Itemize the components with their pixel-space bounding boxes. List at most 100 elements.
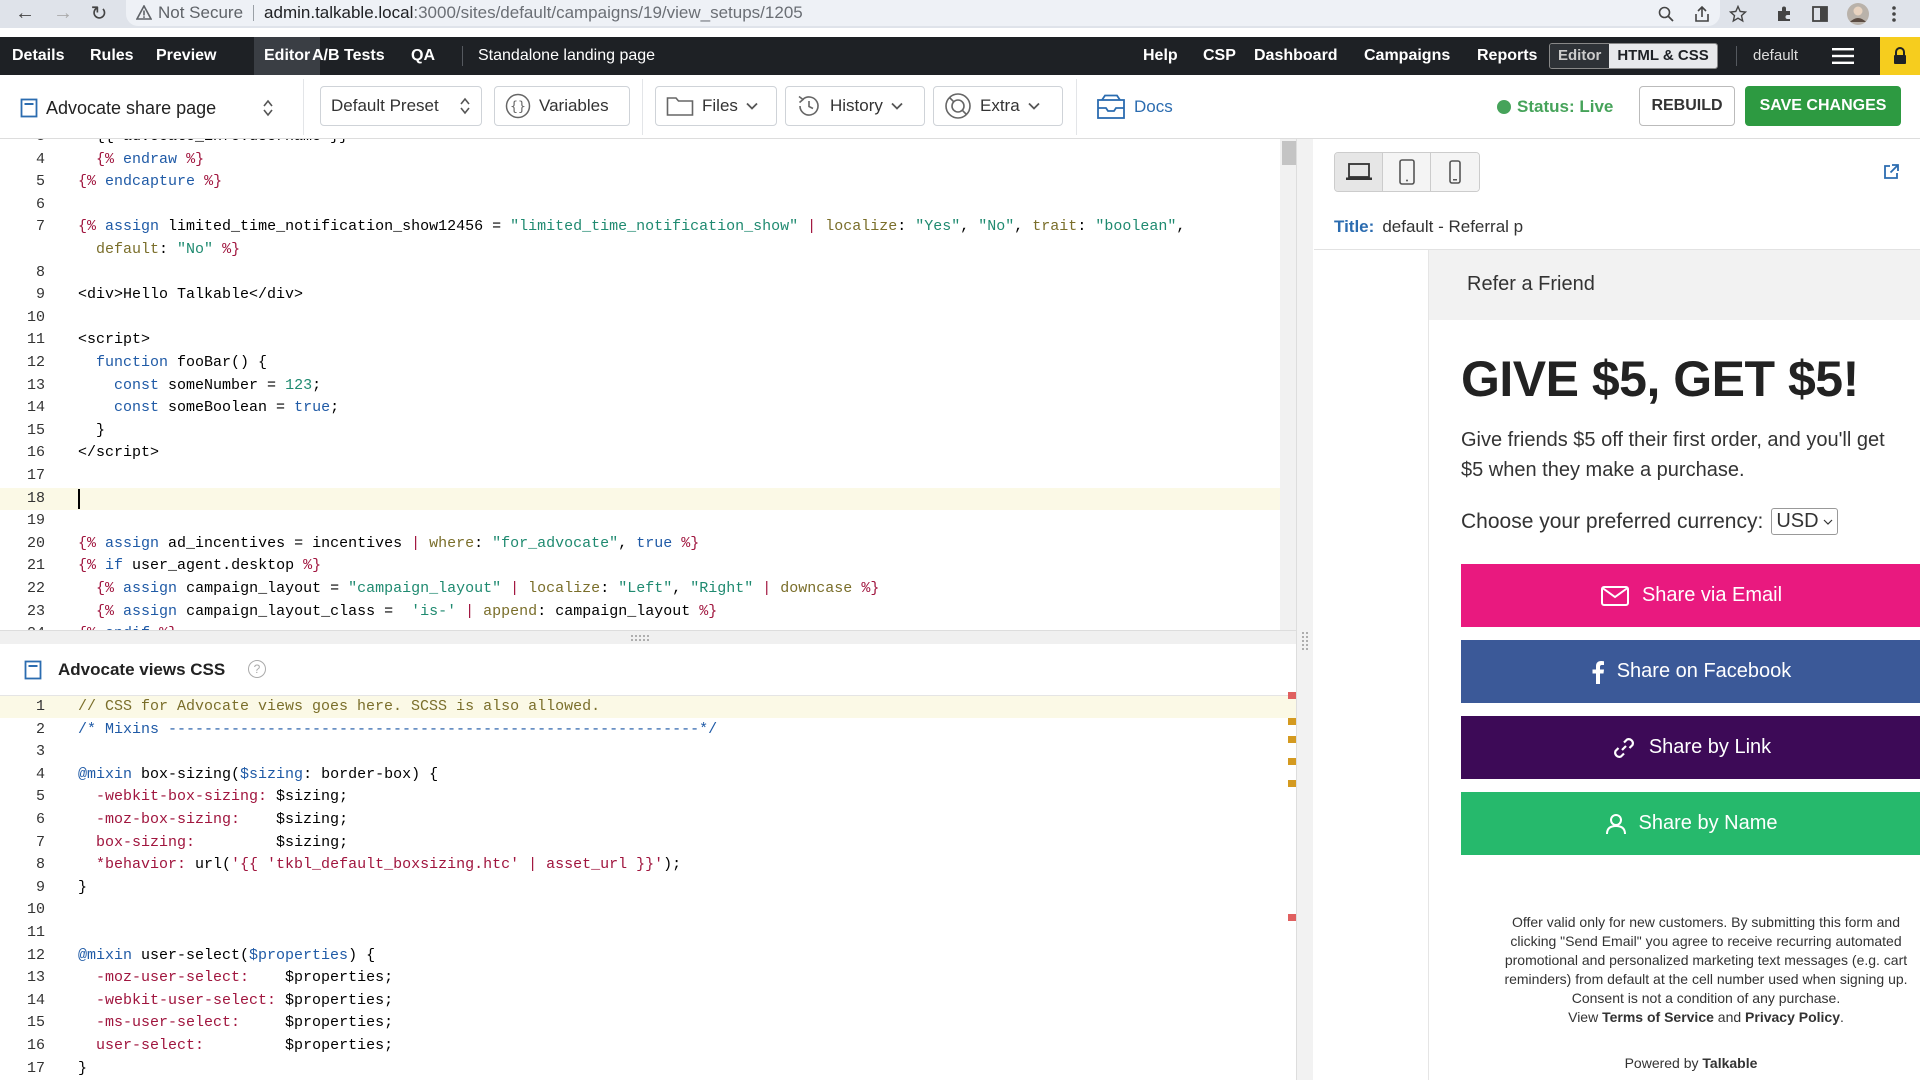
code-line[interactable]: 8 [0,262,1296,284]
code-line[interactable]: 14 const someBoolean = true; [0,397,1296,419]
back-arrow-icon[interactable]: ← [10,0,40,26]
history-dropdown[interactable]: History [785,86,925,126]
desktop-device-icon[interactable] [1335,153,1383,191]
code-text: @mixin user-select($properties) { [78,946,376,964]
nav-dashboard[interactable]: Dashboard [1254,37,1338,75]
nav-qa[interactable]: QA [411,37,435,75]
powered-brand[interactable]: Talkable [1702,1055,1757,1071]
code-line[interactable]: default: "No" %} [0,239,1296,261]
nav-ab-tests[interactable]: A/B Tests [312,37,385,75]
docs-link[interactable]: Docs [1096,91,1173,123]
share-facebook-button[interactable]: Share on Facebook [1461,640,1920,703]
lock-icon[interactable] [1880,37,1920,75]
html-code-editor[interactable]: 3 {{ advocate_info.username }}4 {% endra… [0,139,1296,630]
code-line[interactable]: 9 <div>Hello Talkable</div> [0,284,1296,306]
share-name-button[interactable]: Share by Name [1461,792,1920,855]
code-line[interactable]: 4 {% endraw %} [0,149,1296,171]
mode-html-css[interactable]: HTML & CSS [1609,44,1717,68]
html-editor-scrollbar[interactable] [1280,139,1296,630]
css-code-editor[interactable]: 1 // CSS for Advocate views goes here. SC… [0,696,1296,1080]
files-dropdown[interactable]: Files [655,86,777,126]
extensions-icon[interactable] [1772,2,1796,26]
drag-handle-icon[interactable] [630,634,650,642]
code-line[interactable]: 14 -webkit-user-select: $properties; [0,990,1296,1012]
code-line[interactable]: 6 [0,194,1296,216]
code-line[interactable]: 5 -webkit-box-sizing: $sizing; [0,786,1296,808]
tablet-device-icon[interactable] [1383,153,1431,191]
code-line[interactable]: 4 @mixin box-sizing($sizing: border-box) … [0,764,1296,786]
extra-dropdown[interactable]: Extra [933,86,1063,126]
code-line[interactable]: 5 {% endcapture %} [0,171,1296,193]
external-link-icon[interactable] [1882,163,1900,181]
code-line[interactable]: 12 function fooBar() { [0,352,1296,374]
nav-editor[interactable]: Editor [254,37,321,75]
code-line[interactable]: 17 [0,465,1296,487]
code-line[interactable]: 22 {% assign campaign_layout = "campaign… [0,578,1296,600]
code-line[interactable]: 3 {{ advocate_info.username }} [0,139,1296,148]
preset-label: Default Preset [331,96,439,115]
nav-preview[interactable]: Preview [156,37,216,75]
privacy-link[interactable]: Privacy Policy [1745,1009,1840,1025]
code-line[interactable]: 17} [0,1058,1296,1080]
share-icon[interactable] [1690,2,1714,26]
code-line[interactable]: 10 [0,307,1296,329]
rebuild-button[interactable]: REBUILD [1639,86,1735,126]
view-select[interactable]: Advocate share page [20,93,274,123]
scrollbar-thumb[interactable] [1282,141,1296,165]
code-line[interactable]: 10 [0,899,1296,921]
code-line[interactable]: 16 </script> [0,442,1296,464]
drag-handle-icon[interactable] [1301,631,1309,651]
code-line[interactable]: 7 box-sizing: $sizing; [0,832,1296,854]
code-line[interactable]: 7 {% assign limited_time_notification_sho… [0,216,1296,238]
editor-splitter[interactable] [0,630,1296,644]
vertical-splitter[interactable] [1296,139,1313,1080]
code-line[interactable]: 13 -moz-user-select: $properties; [0,967,1296,989]
nav-reports[interactable]: Reports [1477,37,1537,75]
currency-select[interactable]: USD [1771,508,1838,535]
code-line[interactable]: 9} [0,877,1296,899]
code-line[interactable]: 6 -moz-box-sizing: $sizing; [0,809,1296,831]
code-line[interactable]: 23 {% assign campaign_layout_class = 'is… [0,601,1296,623]
nav-help[interactable]: Help [1143,37,1178,75]
mobile-device-icon[interactable] [1431,153,1479,191]
share-email-button[interactable]: Share via Email [1461,564,1920,627]
preset-select[interactable]: Default Preset [320,86,482,126]
nav-rules[interactable]: Rules [90,37,134,75]
address-bar[interactable]: Not Secure admin.talkable.local:3000/sit… [126,0,1720,26]
nav-details[interactable]: Details [12,37,64,75]
nav-csp[interactable]: CSP [1203,37,1236,75]
terms-link[interactable]: Terms of Service [1602,1009,1714,1025]
site-name[interactable]: default [1753,37,1798,75]
mode-editor[interactable]: Editor [1550,44,1610,68]
code-line[interactable]: 15 } [0,420,1296,442]
code-line[interactable]: 8 *behavior: url('{{ 'tkbl_default_boxsi… [0,854,1296,876]
code-line[interactable]: 15 -ms-user-select: $properties; [0,1012,1296,1034]
share-link-button[interactable]: Share by Link [1461,716,1920,779]
code-line[interactable]: 11 <script> [0,329,1296,351]
code-line[interactable]: 1 // CSS for Advocate views goes here. SC… [0,696,1296,718]
code-line[interactable]: 20 {% assign ad_incentives = incentives |… [0,533,1296,555]
code-line[interactable]: 13 const someNumber = 123; [0,375,1296,397]
code-line[interactable]: 11 [0,922,1296,944]
sidepanel-icon[interactable] [1808,2,1832,26]
code-line[interactable]: 2 /* Mixins -----------------------------… [0,719,1296,741]
mode-toggle[interactable]: Editor HTML & CSS [1549,43,1718,69]
code-line[interactable]: 24 {% endif %} [0,623,1296,630]
zoom-icon[interactable] [1654,2,1678,26]
bookmark-star-icon[interactable] [1726,2,1750,26]
nav-campaigns[interactable]: Campaigns [1364,37,1450,75]
code-line[interactable]: 21 {% if user_agent.desktop %} [0,555,1296,577]
browser-menu-icon[interactable] [1882,2,1906,26]
help-icon[interactable]: ? [248,660,266,678]
hamburger-menu-icon[interactable] [1832,47,1854,65]
code-line[interactable]: 3 [0,741,1296,763]
code-line[interactable]: 19 [0,510,1296,532]
avatar[interactable] [1846,2,1870,26]
variables-button[interactable]: {} Variables [494,86,630,126]
code-line[interactable]: 12 @mixin user-select($properties) { [0,945,1296,967]
reload-icon[interactable]: ↻ [84,0,114,26]
code-line[interactable]: 16 user-select: $properties; [0,1035,1296,1057]
save-changes-button[interactable]: SAVE CHANGES [1745,86,1901,126]
forward-arrow-icon[interactable]: → [48,0,78,26]
code-line[interactable]: 18 [0,487,1296,510]
